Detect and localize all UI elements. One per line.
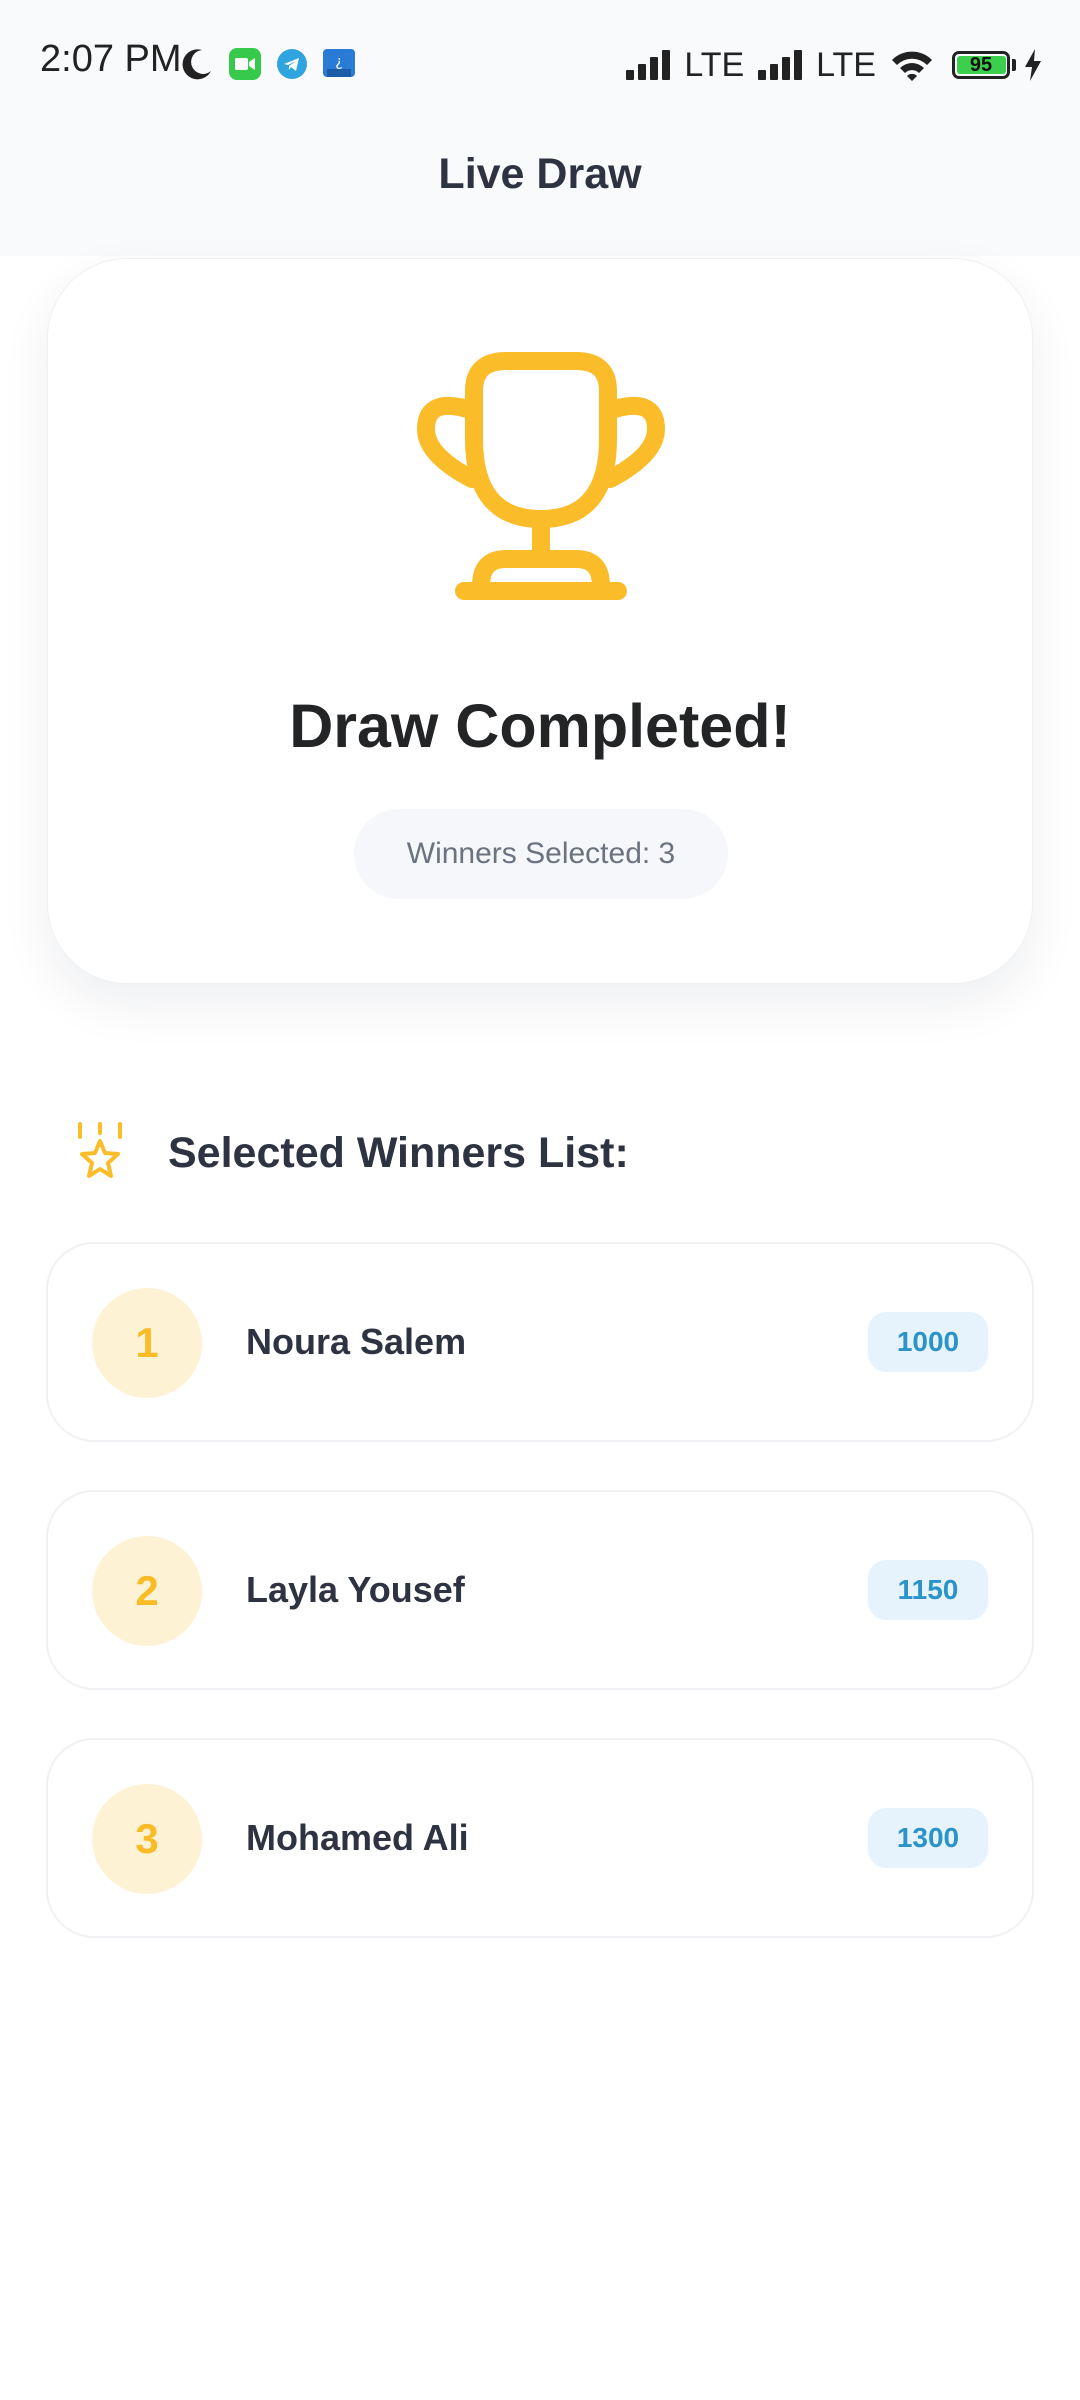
battery-level: 95 (969, 54, 993, 76)
trophy-icon (417, 352, 665, 600)
battery-icon: 95 (952, 51, 1010, 79)
moon-icon (182, 49, 211, 80)
status-time: 2:07 PM (40, 38, 182, 80)
status-notification-icons: ¿ (180, 44, 356, 84)
winner-card[interactable]: 2 Layla Yousef 1150 (46, 1490, 1034, 1690)
winner-card[interactable]: 1 Noura Salem 1000 (46, 1242, 1034, 1442)
winner-name: Mohamed Ali (246, 1817, 469, 1858)
page-title: Live Draw (438, 150, 642, 198)
winner-name: Noura Salem (246, 1321, 467, 1362)
battery-tip (1012, 59, 1016, 71)
draw-completed-card: Draw Completed! Winners Selected: 3 (47, 258, 1033, 984)
status-bar: 2:07 PM ¿ LTE LTE 95 (0, 0, 1080, 128)
score-badge: 1150 (868, 1560, 988, 1620)
signal-icon (626, 50, 671, 80)
rank-badge: 1 (92, 1288, 202, 1398)
winners-list-title: Selected Winners List: (168, 1128, 629, 1177)
score-badge: 1000 (868, 1312, 988, 1372)
rank-badge: 2 (92, 1536, 202, 1646)
svg-text:¿: ¿ (335, 54, 342, 70)
wifi-icon (892, 51, 932, 81)
draw-completed-title: Draw Completed! (289, 692, 791, 760)
winners-selected-badge: Winners Selected: 3 (354, 809, 728, 899)
charging-icon (1025, 49, 1041, 81)
winner-name: Layla Yousef (246, 1569, 465, 1610)
status-right-icons: LTE LTE 95 (626, 44, 1042, 86)
score-badge: 1300 (868, 1808, 988, 1868)
telegram-icon (277, 49, 307, 79)
network-type-1: LTE (684, 45, 745, 84)
facetime-icon (229, 48, 261, 80)
network-type-2: LTE (816, 45, 876, 84)
rank-badge: 3 (92, 1784, 202, 1894)
app-icon: ¿ (323, 49, 355, 77)
star-award-icon (78, 1122, 122, 1178)
top-area: 2:07 PM ¿ LTE LTE 95 Live Draw (0, 0, 1080, 256)
winners-list: 1 Noura Salem 1000 2 Layla Yousef 1150 3… (46, 1242, 1036, 1986)
winners-list-header: Selected Winners List: (72, 1118, 629, 1188)
signal-icon (758, 50, 803, 80)
winner-card[interactable]: 3 Mohamed Ali 1300 (46, 1738, 1034, 1938)
